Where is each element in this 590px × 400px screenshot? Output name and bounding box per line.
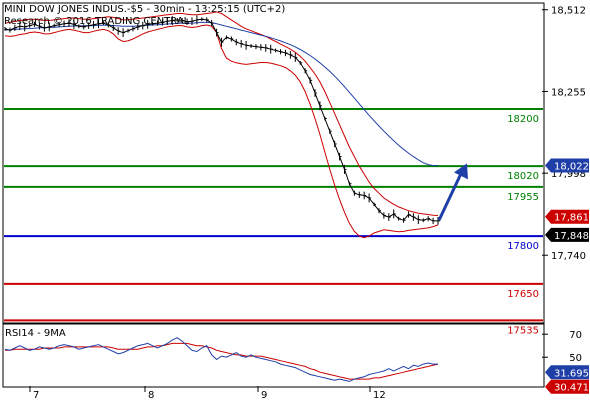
trading-chart: 18200 18020 17955 17800 17650 17535 18,512 18,… <box>0 0 590 400</box>
chart-title: MINI DOW JONES INDUS.-$5 - 30min - 13:25… <box>4 4 285 15</box>
rsi-panel-title: RSI14 - 9MA <box>5 328 66 339</box>
x-tick-label: 8 <box>148 390 154 400</box>
level-label-17800: 17800 <box>507 241 539 252</box>
x-tick-label: 9 <box>261 390 267 400</box>
price-tag-text: 17,848 <box>554 231 589 242</box>
level-label-17535: 17535 <box>507 325 539 336</box>
rsi-y-tick-label: 70 <box>569 330 582 341</box>
x-tick-label: 12 <box>373 390 386 400</box>
rsi-tag-text: 31.6955 <box>554 368 590 379</box>
price-tag-text: 18,022.2 <box>554 162 590 173</box>
chart-copyright: Research © 2016 TRADING CENTRAL <box>4 16 190 27</box>
level-label-17650: 17650 <box>507 289 539 300</box>
rsi-y-tick-label: 50 <box>569 353 582 364</box>
x-tick-label: 7 <box>33 390 39 400</box>
y-tick-label: 18,512 <box>551 6 586 17</box>
level-label-18200: 18200 <box>507 114 539 125</box>
price-tag-text: 17,861 <box>554 213 589 224</box>
rsi-tag-text: 30.4716 <box>554 383 590 394</box>
level-label-17955: 17955 <box>507 192 539 203</box>
y-tick-label: 18,255 <box>551 87 586 98</box>
level-label-18020: 18020 <box>507 171 539 182</box>
y-tick-label: 17,740 <box>551 251 586 262</box>
